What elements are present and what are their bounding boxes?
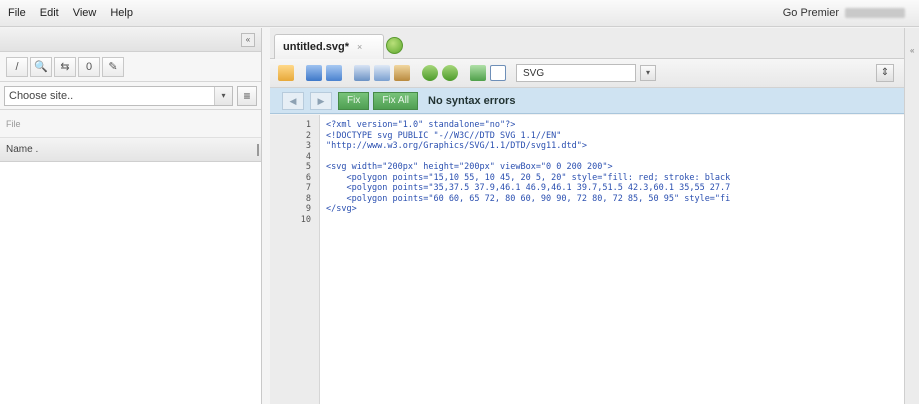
paste-icon[interactable]: [394, 65, 410, 81]
file-section-label: File: [0, 110, 261, 138]
code-line[interactable]: <polygon points="60 60, 65 72, 80 60, 90…: [326, 194, 904, 205]
folder-icon[interactable]: [278, 65, 294, 81]
line-number: 1: [305, 120, 311, 130]
line-number: 9: [305, 204, 311, 214]
site-panel: « / 🔍 ⇆ 0 ✎ Choose site.. ▾ ≡ File Name …: [0, 28, 262, 404]
line-number: 10: [300, 214, 311, 225]
code-editor[interactable]: 1 2 3 4 5 6 7 8 9 10 <?xml version="1.0"…: [270, 115, 904, 404]
choose-site-select[interactable]: Choose site.. ▾: [4, 85, 233, 106]
line-number: 2: [305, 130, 311, 141]
prev-error-button[interactable]: ◀: [282, 91, 304, 110]
column-resize-handle[interactable]: [257, 144, 259, 156]
search-icon[interactable]: 🔍: [30, 56, 52, 77]
language-select[interactable]: SVG: [516, 64, 636, 82]
tab-untitled-svg[interactable]: untitled.svg* ×: [274, 34, 384, 59]
menu-view[interactable]: View: [73, 7, 97, 19]
expand-toolbar-button[interactable]: ⇕: [876, 64, 894, 82]
chevron-down-icon[interactable]: ▾: [214, 86, 232, 105]
window-icon[interactable]: [490, 65, 506, 81]
menu-bar: File Edit View Help Go Premier: [0, 0, 919, 27]
site-chooser-row: Choose site.. ▾ ≡: [0, 82, 261, 110]
code-line[interactable]: "http://www.w3.org/Graphics/SVG/1.1/DTD/…: [326, 141, 904, 152]
choose-site-value: Choose site..: [9, 89, 74, 102]
edit-icon[interactable]: ✎: [102, 56, 124, 77]
syntax-status-bar: ◀ ▶ Fix Fix All No syntax errors: [270, 88, 904, 114]
line-number-gutter: 1 2 3 4 5 6 7 8 9 10: [270, 115, 320, 404]
tab-title: untitled.svg*: [283, 41, 350, 53]
line-number: 3: [305, 141, 311, 151]
menu-edit[interactable]: Edit: [40, 7, 59, 19]
fix-button[interactable]: Fix: [338, 91, 370, 110]
cut-icon[interactable]: [354, 65, 370, 81]
editor-toolbar: SVG ▾ ⇕: [270, 59, 904, 88]
preview-icon[interactable]: [470, 65, 486, 81]
list-menu-icon[interactable]: ≡: [237, 85, 257, 106]
file-list-header[interactable]: Name .: [0, 138, 261, 162]
code-lines[interactable]: <?xml version="1.0" standalone="no"?> <!…: [320, 115, 904, 404]
site-panel-header: «: [0, 28, 261, 52]
tab-bar: untitled.svg* ×: [270, 28, 904, 59]
code-line[interactable]: </svg>: [326, 204, 904, 215]
site-panel-toolbar: / 🔍 ⇆ 0 ✎: [0, 52, 261, 82]
code-line[interactable]: <svg width="200px" height="200px" viewBo…: [326, 162, 904, 173]
save-icon[interactable]: [306, 65, 322, 81]
fix-all-button[interactable]: Fix All: [373, 91, 419, 110]
new-tab-icon[interactable]: [386, 37, 403, 54]
collapse-panel-button[interactable]: «: [241, 33, 255, 47]
line-number: 7: [305, 183, 311, 193]
line-number: 8: [305, 193, 311, 204]
syntax-status-message: No syntax errors: [428, 94, 516, 107]
app-window: File Edit View Help Go Premier « / 🔍 ⇆ 0…: [0, 0, 919, 404]
chevron-down-icon[interactable]: ▾: [640, 65, 656, 81]
refresh-icon[interactable]: 0: [78, 56, 100, 77]
menu-file[interactable]: File: [8, 7, 26, 19]
transfer-icon[interactable]: ⇆: [54, 56, 76, 77]
code-line[interactable]: <?xml version="1.0" standalone="no"?>: [326, 120, 904, 131]
line-number: 6: [305, 172, 311, 183]
line-number: 5: [305, 162, 311, 172]
editor-area: untitled.svg* × SVG ▾ ⇕ ◀ ▶ Fix Fix All …: [270, 28, 904, 404]
copy-icon[interactable]: [374, 65, 390, 81]
code-line[interactable]: <polygon points="35,37.5 37.9,46.1 46.9,…: [326, 183, 904, 194]
menu-help[interactable]: Help: [110, 7, 133, 19]
close-icon[interactable]: ×: [357, 42, 362, 52]
code-line[interactable]: <polygon points="15,10 55, 10 45, 20 5, …: [326, 173, 904, 184]
undo-icon[interactable]: [422, 65, 438, 81]
right-side-panel-collapsed[interactable]: «: [904, 28, 919, 404]
root-path-button[interactable]: /: [6, 56, 28, 77]
go-premier-link[interactable]: Go Premier: [783, 7, 839, 19]
code-line[interactable]: <!DOCTYPE svg PUBLIC "-//W3C//DTD SVG 1.…: [326, 131, 904, 142]
expand-panel-icon[interactable]: «: [910, 46, 914, 55]
code-line[interactable]: [326, 215, 904, 226]
name-column-header[interactable]: Name .: [6, 144, 38, 155]
username-blurred[interactable]: [845, 8, 905, 18]
next-error-button[interactable]: ▶: [310, 91, 332, 110]
menu-right: Go Premier: [783, 7, 919, 19]
redo-icon[interactable]: [442, 65, 458, 81]
line-number: 4: [305, 151, 311, 162]
code-line[interactable]: [326, 152, 904, 163]
save-all-icon[interactable]: [326, 65, 342, 81]
